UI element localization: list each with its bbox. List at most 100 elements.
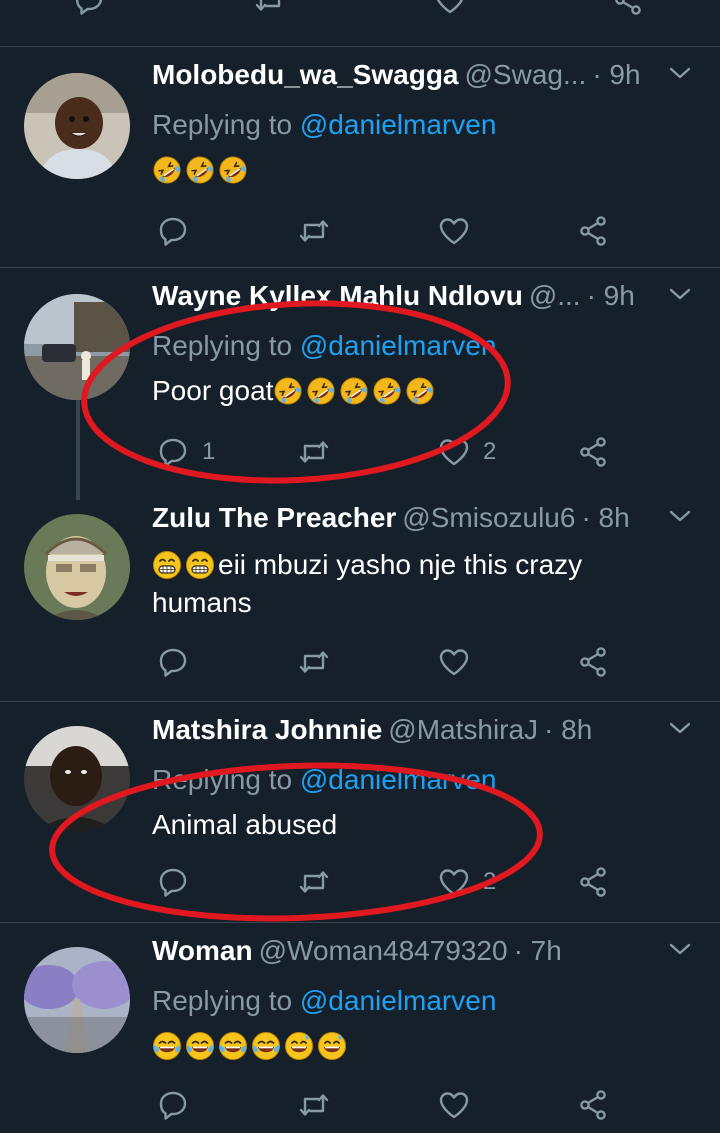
chevron-down-icon[interactable] — [668, 61, 692, 85]
rofl-emoji-icon — [273, 376, 303, 406]
share-button[interactable] — [577, 862, 611, 902]
mention-link[interactable]: @danielmarven — [300, 985, 497, 1016]
share-button[interactable] — [577, 1085, 611, 1125]
user-handle[interactable]: @... — [529, 280, 581, 311]
display-name[interactable]: Wayne Kyllex Mahlu Ndlovu — [152, 280, 523, 311]
reply-icon — [156, 435, 190, 469]
replying-to: Replying to @danielmarven — [152, 985, 496, 1017]
timestamp: · 9h — [592, 59, 641, 90]
rofl-emoji-icon — [339, 376, 369, 406]
share-button[interactable] — [612, 0, 646, 20]
like-button[interactable] — [433, 0, 467, 20]
tweet-item[interactable]: Molobedu_wa_Swagga @Swag... · 9h Replying … — [0, 47, 720, 267]
timestamp: · 8h — [544, 714, 593, 745]
retweet-button[interactable] — [297, 211, 331, 251]
display-name[interactable]: Molobedu_wa_Swagga — [152, 59, 459, 90]
tweet-item[interactable]: Woman @Woman48479320 · 7h Replying to @dan… — [0, 923, 720, 1133]
share-button[interactable] — [577, 642, 611, 682]
reply-icon — [156, 1088, 190, 1122]
tweet-actions — [0, 1085, 720, 1125]
sweat-smile-emoji-icon — [317, 1031, 347, 1061]
tweet-text-line: eii mbuzi yasho nje this crazy — [218, 549, 583, 580]
tweet-item[interactable]: Wayne Kyllex Mahlu Ndlovu @... · 9h Replyi… — [0, 268, 720, 500]
tweet-header: Woman @Woman48479320 · 7h — [152, 935, 712, 973]
tweet-header: Zulu The Preacher @Smisozulu6 · 8h — [152, 502, 712, 540]
replying-to: Replying to @danielmarven — [152, 330, 496, 362]
share-icon — [612, 0, 646, 17]
like-button[interactable] — [437, 1085, 471, 1125]
like-count: 2 — [483, 868, 497, 895]
grin-emoji-icon — [152, 550, 182, 580]
retweet-icon — [297, 645, 331, 679]
chevron-down-icon[interactable] — [668, 937, 692, 961]
sweat-smile-emoji-icon — [284, 1031, 314, 1061]
replying-to: Replying to @danielmarven — [152, 109, 496, 141]
tweet-actions — [0, 211, 720, 251]
reply-button[interactable] — [72, 0, 106, 20]
retweet-icon — [297, 865, 331, 899]
share-icon — [577, 435, 611, 469]
avatar[interactable] — [24, 947, 130, 1053]
retweet-button[interactable] — [297, 862, 331, 902]
display-name[interactable]: Woman — [152, 935, 253, 966]
tweet-item[interactable]: Matshira Johnnie @MatshiraJ · 8h Replying … — [0, 702, 720, 922]
user-handle[interactable]: @Swag... — [465, 59, 587, 90]
avatar[interactable] — [24, 294, 130, 400]
retweet-button[interactable] — [297, 642, 331, 682]
tweet-header: Wayne Kyllex Mahlu Ndlovu @... · 9h — [152, 280, 712, 318]
reply-icon — [156, 645, 190, 679]
user-handle[interactable]: @Woman48479320 — [259, 935, 508, 966]
reply-icon — [72, 0, 106, 17]
chevron-down-icon[interactable] — [668, 282, 692, 306]
tweet-header: Molobedu_wa_Swagga @Swag... · 9h — [152, 59, 712, 97]
share-button[interactable] — [577, 211, 611, 251]
timestamp: · 9h — [586, 280, 635, 311]
share-button[interactable] — [577, 432, 611, 472]
share-icon — [577, 214, 611, 248]
tweet-text-content: Animal abused — [152, 809, 338, 840]
heart-icon — [437, 214, 471, 248]
display-name[interactable]: Matshira Johnnie — [152, 714, 382, 745]
like-button[interactable]: 2 — [437, 862, 496, 902]
tweet-actions: 2 — [0, 862, 720, 902]
tweet-text — [152, 1027, 672, 1065]
reply-button[interactable] — [156, 1085, 190, 1125]
replying-to: Replying to @danielmarven — [152, 764, 496, 796]
avatar[interactable] — [24, 514, 130, 620]
tweet-text-line: humans — [152, 587, 252, 618]
timestamp: · 7h — [513, 935, 562, 966]
avatar[interactable] — [24, 726, 130, 832]
reply-button[interactable] — [156, 211, 190, 251]
timestamp: · 8h — [581, 502, 630, 533]
retweet-button[interactable] — [297, 432, 331, 472]
retweet-icon — [297, 1088, 331, 1122]
chevron-down-icon[interactable] — [668, 504, 692, 528]
retweet-button[interactable] — [253, 0, 287, 20]
like-button[interactable]: 2 — [437, 432, 496, 472]
reply-count: 1 — [202, 438, 216, 465]
reply-button[interactable]: 1 — [156, 432, 215, 472]
mention-link[interactable]: @danielmarven — [300, 764, 497, 795]
chevron-down-icon[interactable] — [668, 716, 692, 740]
tweet-actions — [0, 642, 720, 682]
tweet-item[interactable]: Zulu The Preacher @Smisozulu6 · 8h eii mbu… — [0, 490, 720, 700]
like-button[interactable] — [437, 642, 471, 682]
rofl-emoji-icon — [218, 155, 248, 185]
tweet-text: Animal abused — [152, 806, 672, 844]
rofl-emoji-icon — [405, 376, 435, 406]
retweet-button[interactable] — [297, 1085, 331, 1125]
reply-button[interactable] — [156, 862, 190, 902]
user-handle[interactable]: @Smisozulu6 — [402, 502, 575, 533]
reply-button[interactable] — [156, 642, 190, 682]
avatar[interactable] — [24, 73, 130, 179]
display-name[interactable]: Zulu The Preacher — [152, 502, 396, 533]
mention-link[interactable]: @danielmarven — [300, 109, 497, 140]
rofl-emoji-icon — [152, 155, 182, 185]
mention-link[interactable]: @danielmarven — [300, 330, 497, 361]
reply-icon — [156, 865, 190, 899]
tweet-text — [152, 151, 672, 189]
like-button[interactable] — [437, 211, 471, 251]
like-count: 2 — [483, 438, 497, 465]
rofl-emoji-icon — [185, 155, 215, 185]
user-handle[interactable]: @MatshiraJ — [388, 714, 538, 745]
